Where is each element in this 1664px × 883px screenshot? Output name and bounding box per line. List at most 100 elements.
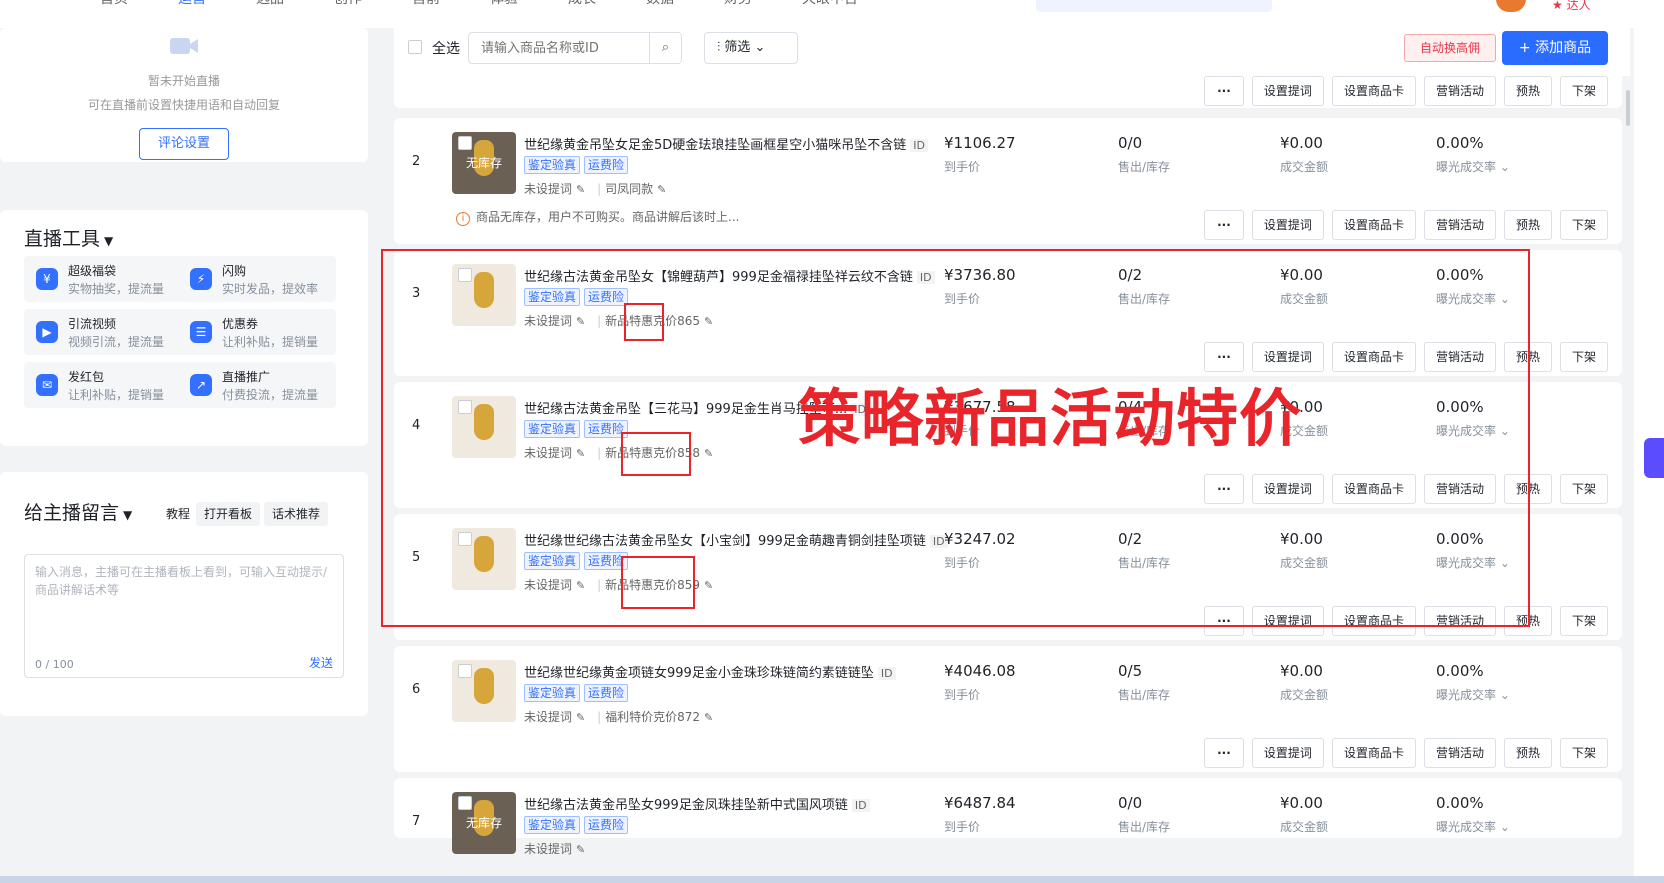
product-title[interactable]: 世纪缘古法黄金吊坠女999足金凤珠挂坠新中式国风项链 ID — [524, 794, 870, 813]
comment-settings-button[interactable]: 评论设置 — [139, 128, 229, 160]
nav-data[interactable]: 数据 — [646, 0, 674, 8]
sold-stock-label: 售出/库存 — [1118, 160, 1171, 174]
sold-stock: 0/0 — [1118, 794, 1143, 812]
set-product-card-button[interactable]: 设置商品卡 — [1331, 210, 1416, 240]
nav-selection[interactable]: 选品 — [256, 0, 284, 8]
delist-button[interactable]: 下架 — [1559, 342, 1608, 372]
marketing-button[interactable]: 营销活动 — [1423, 738, 1496, 768]
deal-amount: ¥0.00 — [1280, 794, 1323, 812]
nav-tianyan[interactable]: 天眼中台 — [802, 0, 858, 8]
tool-super-lucky-bag[interactable]: ¥ 超级福袋 实物抽奖，提流量 — [24, 256, 182, 302]
add-product-button[interactable]: + 添加商品 — [1502, 31, 1608, 65]
set-prompt-button[interactable]: 设置提词 — [1251, 738, 1324, 768]
highlight-box-price-859 — [621, 556, 695, 609]
tool-traffic-video[interactable]: ▶ 引流视频 视频引流，提流量 — [24, 309, 182, 355]
select-all-checkbox[interactable] — [408, 40, 422, 54]
tool-coupon[interactable]: ☰ 优惠券 让利补贴，提销量 — [178, 309, 336, 355]
script-recommend-button[interactable]: 话术推荐 — [264, 502, 329, 526]
edit-icon[interactable]: ✎ — [657, 183, 666, 196]
edit-icon[interactable]: ✎ — [576, 711, 585, 724]
tool-flash-sale[interactable]: ⚡ 闪购 实时发品，提效率 — [178, 256, 336, 302]
assistant-icon[interactable] — [1644, 438, 1664, 478]
product-id-badge[interactable]: ID — [910, 139, 929, 152]
set-product-card-button[interactable]: 设置商品卡 — [1331, 738, 1416, 768]
delist-button[interactable]: 下架 — [1559, 474, 1608, 504]
nav-experience[interactable]: 体验 — [490, 0, 518, 8]
product-search-input[interactable] — [469, 33, 649, 63]
delist-button[interactable]: 下架 — [1559, 76, 1608, 106]
conversion-rate-label[interactable]: 曝光成交率 ⌄ — [1436, 158, 1510, 175]
tool-desc: 让利补贴，提销量 — [68, 388, 165, 402]
live-tools-title-text: 直播工具 — [24, 228, 101, 250]
nav-create[interactable]: 创作 — [334, 0, 362, 8]
conversion-rate-label[interactable]: 曝光成交率 ⌄ — [1436, 686, 1510, 703]
tool-live-promote[interactable]: ↗ 直播推广 付费投流，提流量 — [178, 362, 336, 408]
more-button[interactable]: ··· — [1203, 210, 1244, 240]
set-prompt-button[interactable]: 设置提词 — [1251, 210, 1324, 240]
more-button[interactable]: ··· — [1203, 76, 1244, 106]
nav-presale[interactable]: 售前 — [412, 0, 440, 8]
no-live-text: 暂未开始直播 — [147, 74, 220, 88]
product-search: ⌕ — [468, 32, 682, 64]
product-title[interactable]: 世纪缘世纪缘黄金项链女999足金小金珠珍珠链简约素链链坠 ID — [524, 662, 896, 681]
verify-tag: 鉴定验真 — [524, 684, 581, 702]
tool-name: 优惠券 — [222, 317, 259, 331]
set-product-card-button[interactable]: 设置商品卡 — [1331, 76, 1416, 106]
row-actions: ··· 设置提词 设置商品卡 营销活动 预热 下架 — [1203, 76, 1608, 106]
set-prompt-button[interactable]: 设置提词 — [1251, 76, 1324, 106]
edit-icon[interactable]: ✎ — [576, 843, 585, 856]
shipping-insurance-tag: 运费险 — [584, 156, 629, 174]
open-board-button[interactable]: 打开看板 — [196, 502, 261, 526]
delist-button[interactable]: 下架 — [1559, 738, 1608, 768]
message-textarea[interactable]: 输入消息，主播可在主播看板上看到，可输入互动提示/商品讲解话术等 0 / 100… — [24, 554, 344, 678]
caret-down-icon: ▼ — [104, 234, 114, 248]
nav-growth[interactable]: 成长 — [568, 0, 596, 8]
product-title-text: 世纪缘黄金吊坠女足金5D硬金珐琅挂坠画框星空小猫咪吊坠不含链 — [524, 138, 907, 153]
nav-finance[interactable]: 财务 — [724, 0, 752, 8]
talent-label: 达人 — [1566, 0, 1591, 12]
video-icon: ▶ — [36, 321, 58, 343]
product-title[interactable]: 世纪缘黄金吊坠女足金5D硬金珐琅挂坠画框星空小猫咪吊坠不含链 ID — [524, 134, 929, 153]
edit-icon[interactable]: ✎ — [704, 711, 713, 724]
final-price: ¥1106.27 — [944, 134, 1016, 152]
product-row: 2 无库存 世纪缘黄金吊坠女足金5D硬金珐琅挂坠画框星空小猫咪吊坠不含链 ID 鉴… — [394, 118, 1622, 244]
product-checkbox[interactable] — [458, 664, 472, 678]
delist-button[interactable]: 下架 — [1559, 210, 1608, 240]
send-button[interactable]: 发送 — [309, 654, 333, 671]
marketing-button[interactable]: 营销活动 — [1423, 210, 1496, 240]
more-button[interactable]: ··· — [1203, 738, 1244, 768]
tool-name: 引流视频 — [68, 317, 117, 331]
conversion-rate: 0.00% — [1436, 662, 1484, 680]
edit-icon[interactable]: ✎ — [576, 183, 585, 196]
message-title[interactable]: 给主播留言 ▼ — [24, 498, 132, 525]
nav-home[interactable]: 首页 — [100, 0, 128, 8]
product-checkbox[interactable] — [458, 136, 472, 150]
deal-amount-label: 成交金额 — [1280, 820, 1329, 834]
auto-high-commission-button[interactable]: 自动换高佣 — [1404, 34, 1496, 62]
talent-badge[interactable]: ★ 达人 — [1552, 0, 1591, 13]
tutorial-link[interactable]: 教程 — [166, 502, 190, 526]
nav-operation[interactable]: 运营 — [178, 0, 206, 8]
conversion-rate: 0.00% — [1436, 794, 1484, 812]
conversion-rate-label[interactable]: 曝光成交率 ⌄ — [1436, 818, 1510, 835]
scrollbar[interactable] — [1626, 90, 1630, 126]
divider: | — [597, 710, 602, 724]
chevron-down-icon: ⌄ — [750, 40, 766, 55]
preheat-button[interactable]: 预热 — [1503, 210, 1552, 240]
bottom-bar — [0, 876, 1664, 883]
preheat-button[interactable]: 预热 — [1503, 738, 1552, 768]
no-prompt-text: 未设提词 — [524, 842, 573, 856]
avatar[interactable] — [1496, 0, 1526, 12]
global-search-input[interactable] — [1036, 0, 1272, 12]
product-id-badge[interactable]: ID — [851, 799, 870, 812]
delist-button[interactable]: 下架 — [1559, 606, 1608, 636]
live-tools-title[interactable]: 直播工具 ▼ — [24, 224, 113, 251]
product-id-badge[interactable]: ID — [877, 667, 896, 680]
filter-dropdown[interactable]: ⫶ 筛选 ⌄ — [704, 32, 798, 64]
preheat-button[interactable]: 预热 — [1503, 76, 1552, 106]
tool-red-packet[interactable]: ✉ 发红包 让利补贴，提销量 — [24, 362, 182, 408]
product-checkbox[interactable] — [458, 796, 472, 810]
tool-name: 闪购 — [222, 264, 247, 278]
marketing-button[interactable]: 营销活动 — [1423, 76, 1496, 106]
search-icon[interactable]: ⌕ — [649, 33, 681, 63]
